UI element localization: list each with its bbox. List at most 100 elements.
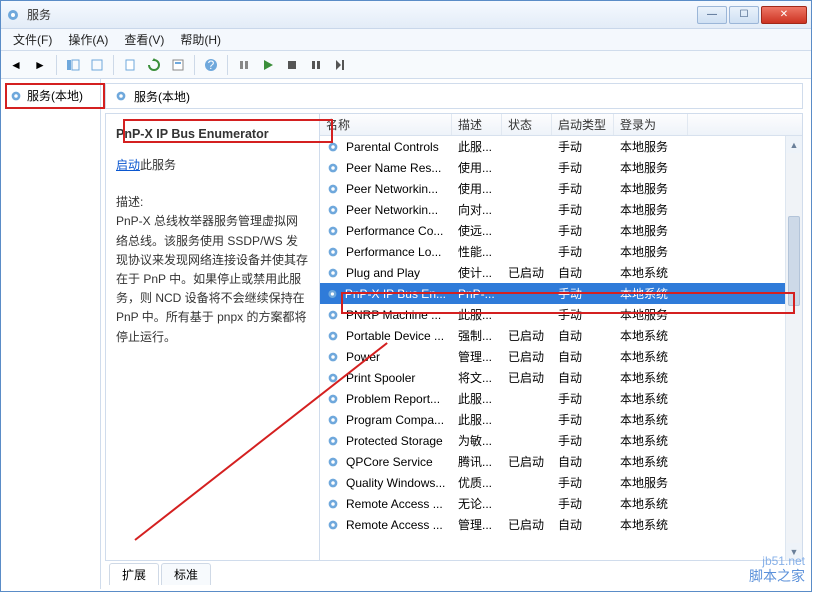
cell-logon: 本地系统 xyxy=(614,516,688,533)
col-status[interactable]: 状态 xyxy=(502,114,552,135)
service-row[interactable]: Power管理...已启动自动本地系统 xyxy=(320,346,802,367)
window-title: 服务 xyxy=(27,6,697,23)
service-row[interactable]: Remote Access ...无论...手动本地系统 xyxy=(320,493,802,514)
service-row[interactable]: Problem Report...此服...手动本地系统 xyxy=(320,388,802,409)
tab-standard[interactable]: 标准 xyxy=(161,563,211,585)
cell-startup: 手动 xyxy=(552,222,614,239)
start-link[interactable]: 启动 xyxy=(116,158,140,172)
service-row[interactable]: Plug and Play使计...已启动自动本地系统 xyxy=(320,262,802,283)
menu-help[interactable]: 帮助(H) xyxy=(172,29,229,50)
props2-button[interactable] xyxy=(167,54,189,76)
gear-icon xyxy=(326,392,340,406)
start-button[interactable] xyxy=(257,54,279,76)
service-row[interactable]: Performance Co...使远...手动本地服务 xyxy=(320,220,802,241)
cell-startup: 手动 xyxy=(552,201,614,218)
detail-pane: PnP-X IP Bus Enumerator 启动此服务 描述: PnP-X … xyxy=(106,114,320,560)
cell-startup: 手动 xyxy=(552,159,614,176)
service-row[interactable]: Print Spooler将文...已启动自动本地系统 xyxy=(320,367,802,388)
menu-action[interactable]: 操作(A) xyxy=(60,29,116,50)
nav-forward-button[interactable]: ► xyxy=(29,54,51,76)
cell-name: Quality Windows... xyxy=(346,476,445,490)
cell-desc: 使用... xyxy=(452,159,502,176)
cell-logon: 本地系统 xyxy=(614,453,688,470)
service-row[interactable]: Parental Controls此服...手动本地服务 xyxy=(320,136,802,157)
service-row[interactable]: Performance Lo...性能...手动本地服务 xyxy=(320,241,802,262)
gear-icon xyxy=(326,350,340,364)
stop-pause-button[interactable] xyxy=(233,54,255,76)
gear-icon xyxy=(9,89,23,103)
cell-name: Program Compa... xyxy=(346,413,444,427)
menu-view[interactable]: 查看(V) xyxy=(116,29,172,50)
cell-startup: 手动 xyxy=(552,306,614,323)
tree-root-label: 服务(本地) xyxy=(27,87,83,104)
service-row[interactable]: Peer Networkin...使用...手动本地服务 xyxy=(320,178,802,199)
cell-logon: 本地系统 xyxy=(614,369,688,386)
service-row[interactable]: Portable Device ...强制...已启动自动本地系统 xyxy=(320,325,802,346)
cell-logon: 本地系统 xyxy=(614,348,688,365)
cell-status: 已启动 xyxy=(502,369,552,386)
col-name[interactable]: 名称 xyxy=(320,114,452,135)
close-button[interactable]: ✕ xyxy=(761,6,807,24)
col-logon[interactable]: 登录为 xyxy=(614,114,688,135)
cell-desc: 使远... xyxy=(452,222,502,239)
cell-desc: 使计... xyxy=(452,264,502,281)
cell-desc: 使用... xyxy=(452,180,502,197)
gear-icon xyxy=(326,287,339,301)
watermark-url: jb51.net xyxy=(749,554,805,568)
titlebar[interactable]: 服务 — ☐ ✕ xyxy=(1,1,811,29)
export-button[interactable] xyxy=(119,54,141,76)
cell-name: QPCore Service xyxy=(346,455,433,469)
help-button[interactable]: ? xyxy=(200,54,222,76)
menu-file[interactable]: 文件(F) xyxy=(5,29,60,50)
restart-button[interactable] xyxy=(329,54,351,76)
service-row[interactable]: QPCore Service腾讯...已启动自动本地系统 xyxy=(320,451,802,472)
cell-name: Problem Report... xyxy=(346,392,440,406)
tree-pane: 服务(本地) xyxy=(1,79,101,589)
tree-root-item[interactable]: 服务(本地) xyxy=(5,85,96,106)
cell-name: Protected Storage xyxy=(346,434,443,448)
service-row[interactable]: PnP-X IP Bus En...PnP-...手动本地系统 xyxy=(320,283,802,304)
cell-startup: 手动 xyxy=(552,474,614,491)
service-row[interactable]: Quality Windows... 优质... 手动本地服务 xyxy=(320,472,802,493)
cell-desc: 为敏... xyxy=(452,432,502,449)
stop-button[interactable] xyxy=(281,54,303,76)
service-row[interactable]: Peer Networkin...向对...手动本地服务 xyxy=(320,199,802,220)
scroll-thumb[interactable] xyxy=(788,216,800,306)
gear-icon xyxy=(326,140,340,154)
content-header: 服务(本地) xyxy=(105,83,803,109)
vertical-scrollbar[interactable]: ▲ ▼ xyxy=(785,136,802,560)
content-header-label: 服务(本地) xyxy=(134,88,190,105)
service-row[interactable]: Peer Name Res...使用...手动本地服务 xyxy=(320,157,802,178)
column-headers: 名称 描述 状态 启动类型 登录为 xyxy=(320,114,802,136)
refresh-button[interactable] xyxy=(143,54,165,76)
gear-icon xyxy=(326,182,340,196)
minimize-button[interactable]: — xyxy=(697,6,727,24)
service-list: 名称 描述 状态 启动类型 登录为 Parental Controls此服...… xyxy=(320,114,802,560)
cell-startup: 手动 xyxy=(552,390,614,407)
cell-startup: 自动 xyxy=(552,348,614,365)
nav-back-button[interactable]: ◄ xyxy=(5,54,27,76)
cell-desc: 优质... xyxy=(452,474,502,491)
service-row[interactable]: Program Compa...此服...手动本地系统 xyxy=(320,409,802,430)
cell-logon: 本地服务 xyxy=(614,180,688,197)
desc-text: PnP-X 总线枚举器服务管理虚拟网络总线。该服务使用 SSDP/WS 发现协议… xyxy=(116,212,309,346)
service-row[interactable]: PNRP Machine ...此服...手动本地服务 xyxy=(320,304,802,325)
service-row[interactable]: Protected Storage为敏...手动本地系统 xyxy=(320,430,802,451)
maximize-button[interactable]: ☐ xyxy=(729,6,759,24)
tab-extended[interactable]: 扩展 xyxy=(109,563,159,585)
cell-logon: 本地服务 xyxy=(614,474,688,491)
cell-name: Peer Networkin... xyxy=(346,182,438,196)
gear-icon xyxy=(326,308,340,322)
col-desc[interactable]: 描述 xyxy=(452,114,502,135)
show-hide-tree-button[interactable] xyxy=(62,54,84,76)
cell-logon: 本地系统 xyxy=(614,327,688,344)
service-row[interactable]: Remote Access ...管理...已启动自动本地系统 xyxy=(320,514,802,535)
properties-button[interactable] xyxy=(86,54,108,76)
pause-button[interactable] xyxy=(305,54,327,76)
cell-logon: 本地服务 xyxy=(614,306,688,323)
gear-icon xyxy=(326,518,340,532)
scroll-up-icon[interactable]: ▲ xyxy=(786,136,802,153)
cell-logon: 本地系统 xyxy=(614,411,688,428)
col-startup[interactable]: 启动类型 xyxy=(552,114,614,135)
toolbar: ◄ ► ? xyxy=(1,51,811,79)
